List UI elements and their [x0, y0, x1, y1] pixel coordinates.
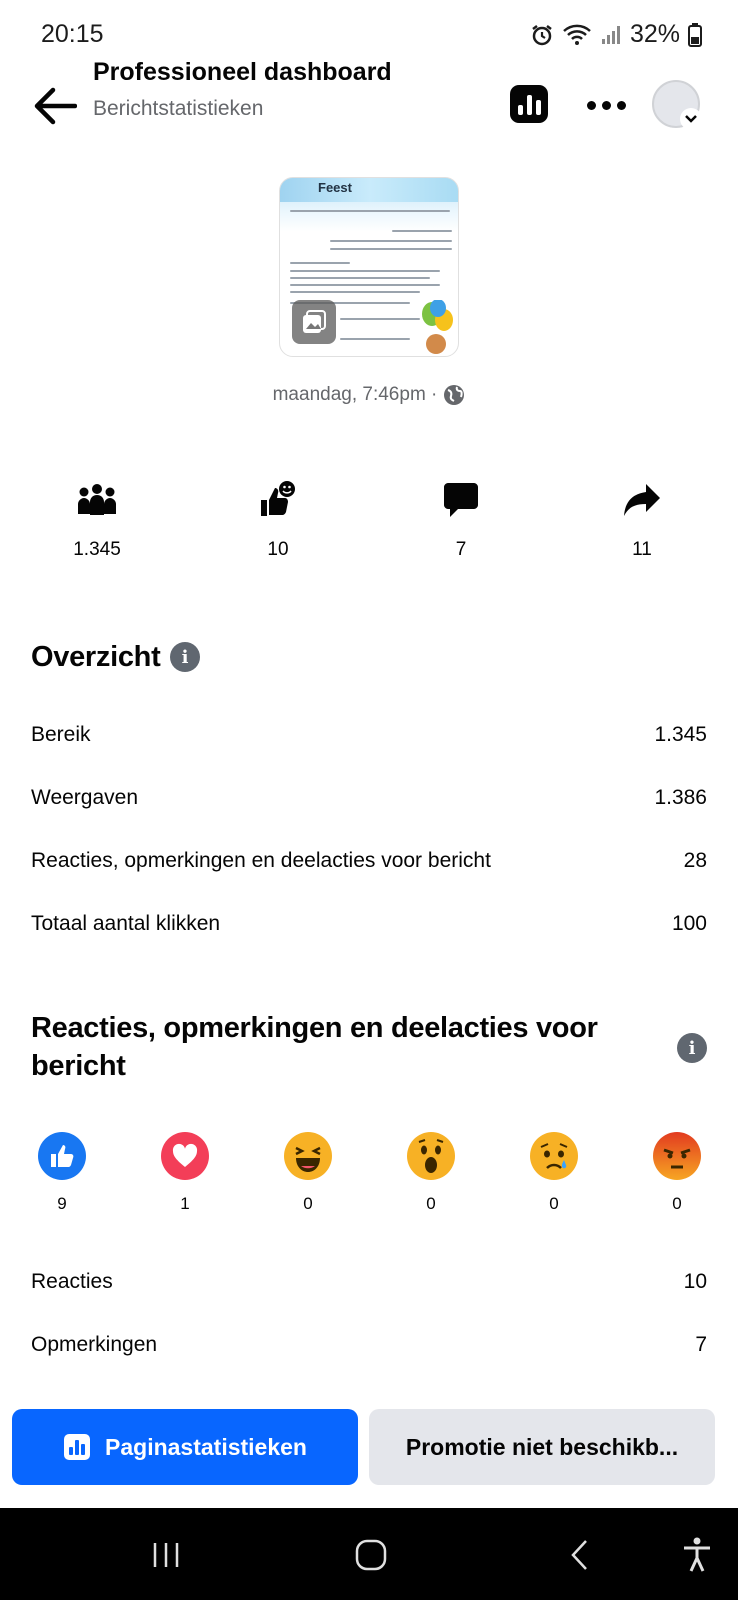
back-nav-button[interactable] — [555, 1530, 605, 1580]
stat-value: 100 — [671, 912, 707, 935]
stat-row-reach: Bereik 1.345 — [31, 723, 707, 747]
status-time: 20:15 — [41, 20, 104, 48]
home-button[interactable] — [346, 1530, 396, 1580]
stat-label: Reacties, opmerkingen en deelacties voor… — [31, 849, 491, 872]
stat-label: Bereik — [31, 723, 91, 746]
reaction-count: 9 — [57, 1194, 67, 1213]
comment-icon — [401, 478, 521, 522]
reaction-count: 0 — [303, 1194, 313, 1213]
recent-apps-icon — [153, 1543, 179, 1567]
stat-row-views: Weergaven 1.386 — [31, 786, 707, 810]
globe-icon — [444, 385, 465, 405]
reaction-sad: 0 — [526, 1132, 582, 1214]
thumbnail-title: Feest — [318, 180, 352, 195]
stat-label: Reacties — [31, 1270, 113, 1293]
metric-reach-value: 1.345 — [73, 539, 121, 560]
stat-value: 10 — [683, 1270, 707, 1293]
status-bar: 20:15 32% — [0, 0, 738, 62]
stat-label: Totaal aantal klikken — [31, 912, 221, 935]
engagement-title: Reacties, opmerkingen en deelacties voor… — [31, 1012, 598, 1082]
reaction-count: 1 — [180, 1194, 190, 1213]
stat-row-engagement: Reacties, opmerkingen en deelacties voor… — [31, 849, 707, 873]
accessibility-icon — [684, 1537, 710, 1572]
battery-icon — [688, 22, 702, 47]
reaction-count: 0 — [549, 1194, 559, 1213]
reaction-love: 1 — [157, 1132, 213, 1214]
chevron-down-icon[interactable] — [680, 108, 702, 130]
page-insights-button[interactable]: Paginastatistieken — [12, 1409, 358, 1485]
stat-label: Weergaven — [31, 786, 139, 809]
stat-value: 1.386 — [654, 786, 707, 809]
home-icon — [355, 1539, 387, 1571]
reaction-angry: 0 — [649, 1132, 705, 1214]
status-icons: 32% — [530, 20, 702, 49]
metric-comments-value: 7 — [455, 539, 467, 560]
header: Professioneel dashboard Berichtstatistie… — [0, 56, 738, 146]
promotion-label: Promotie niet beschikb... — [405, 1433, 679, 1460]
metric-shares[interactable]: 11 — [582, 478, 702, 561]
share-icon — [582, 478, 702, 522]
system-nav-bar — [0, 1508, 738, 1600]
wow-icon — [407, 1132, 455, 1180]
stat-value: 1.345 — [654, 723, 707, 746]
back-button[interactable] — [30, 81, 80, 131]
balloons-image — [422, 300, 453, 354]
reaction-count: 0 — [426, 1194, 436, 1213]
haha-icon — [284, 1132, 332, 1180]
promotion-unavailable-button[interactable]: Promotie niet beschikb... — [369, 1409, 715, 1485]
metric-reactions[interactable]: 10 — [218, 478, 338, 561]
post-date: maandag, 7:46pm · — [0, 384, 738, 406]
more-options-button[interactable] — [582, 91, 630, 119]
stat-label: Opmerkingen — [31, 1333, 158, 1356]
accessibility-button[interactable] — [672, 1530, 722, 1580]
reaction-like: 9 — [34, 1132, 90, 1214]
reaction-haha: 0 — [280, 1132, 336, 1214]
chevron-left-icon — [571, 1540, 587, 1570]
stat-row-comments: Opmerkingen 7 — [31, 1333, 707, 1357]
metric-comments[interactable]: 7 — [401, 478, 521, 561]
alarm-icon — [532, 24, 552, 45]
stat-value: 7 — [695, 1333, 707, 1356]
like-icon — [38, 1132, 86, 1180]
recent-apps-button[interactable] — [141, 1530, 191, 1580]
signal-icon — [601, 25, 620, 44]
stat-row-clicks: Totaal aantal klikken 100 — [31, 912, 707, 936]
reactions-icon — [218, 478, 338, 522]
arrow-left-icon — [34, 87, 77, 125]
info-icon[interactable]: i — [170, 642, 200, 672]
reaction-wow: 0 — [403, 1132, 459, 1214]
reach-people-icon — [37, 478, 157, 522]
stat-row-reactions: Reacties 10 — [31, 1270, 707, 1294]
sad-icon — [530, 1132, 578, 1180]
post-thumbnail[interactable]: Feest — [279, 177, 459, 357]
stat-value: 28 — [683, 849, 707, 872]
angry-icon — [653, 1132, 701, 1180]
photo-gallery-icon — [292, 300, 336, 344]
wifi-icon — [563, 24, 591, 45]
post-date-text: maandag, 7:46pm · — [272, 384, 438, 405]
page-title: Professioneel dashboard — [93, 58, 392, 86]
love-icon — [161, 1132, 209, 1180]
metric-reactions-value: 10 — [267, 539, 289, 560]
page-subtitle: Berichtstatistieken — [93, 97, 264, 120]
battery-percent: 32% — [629, 20, 680, 48]
bar-chart-icon — [64, 1434, 91, 1460]
metric-shares-value: 11 — [632, 539, 652, 560]
reaction-count: 0 — [672, 1194, 682, 1213]
metric-reach[interactable]: 1.345 — [37, 478, 157, 561]
page-insights-label: Paginastatistieken — [105, 1433, 307, 1460]
insights-chart-button[interactable] — [510, 85, 548, 123]
info-icon[interactable]: i — [677, 1033, 707, 1063]
bar-chart-icon — [517, 105, 523, 115]
overview-title: Overzicht — [31, 641, 161, 673]
